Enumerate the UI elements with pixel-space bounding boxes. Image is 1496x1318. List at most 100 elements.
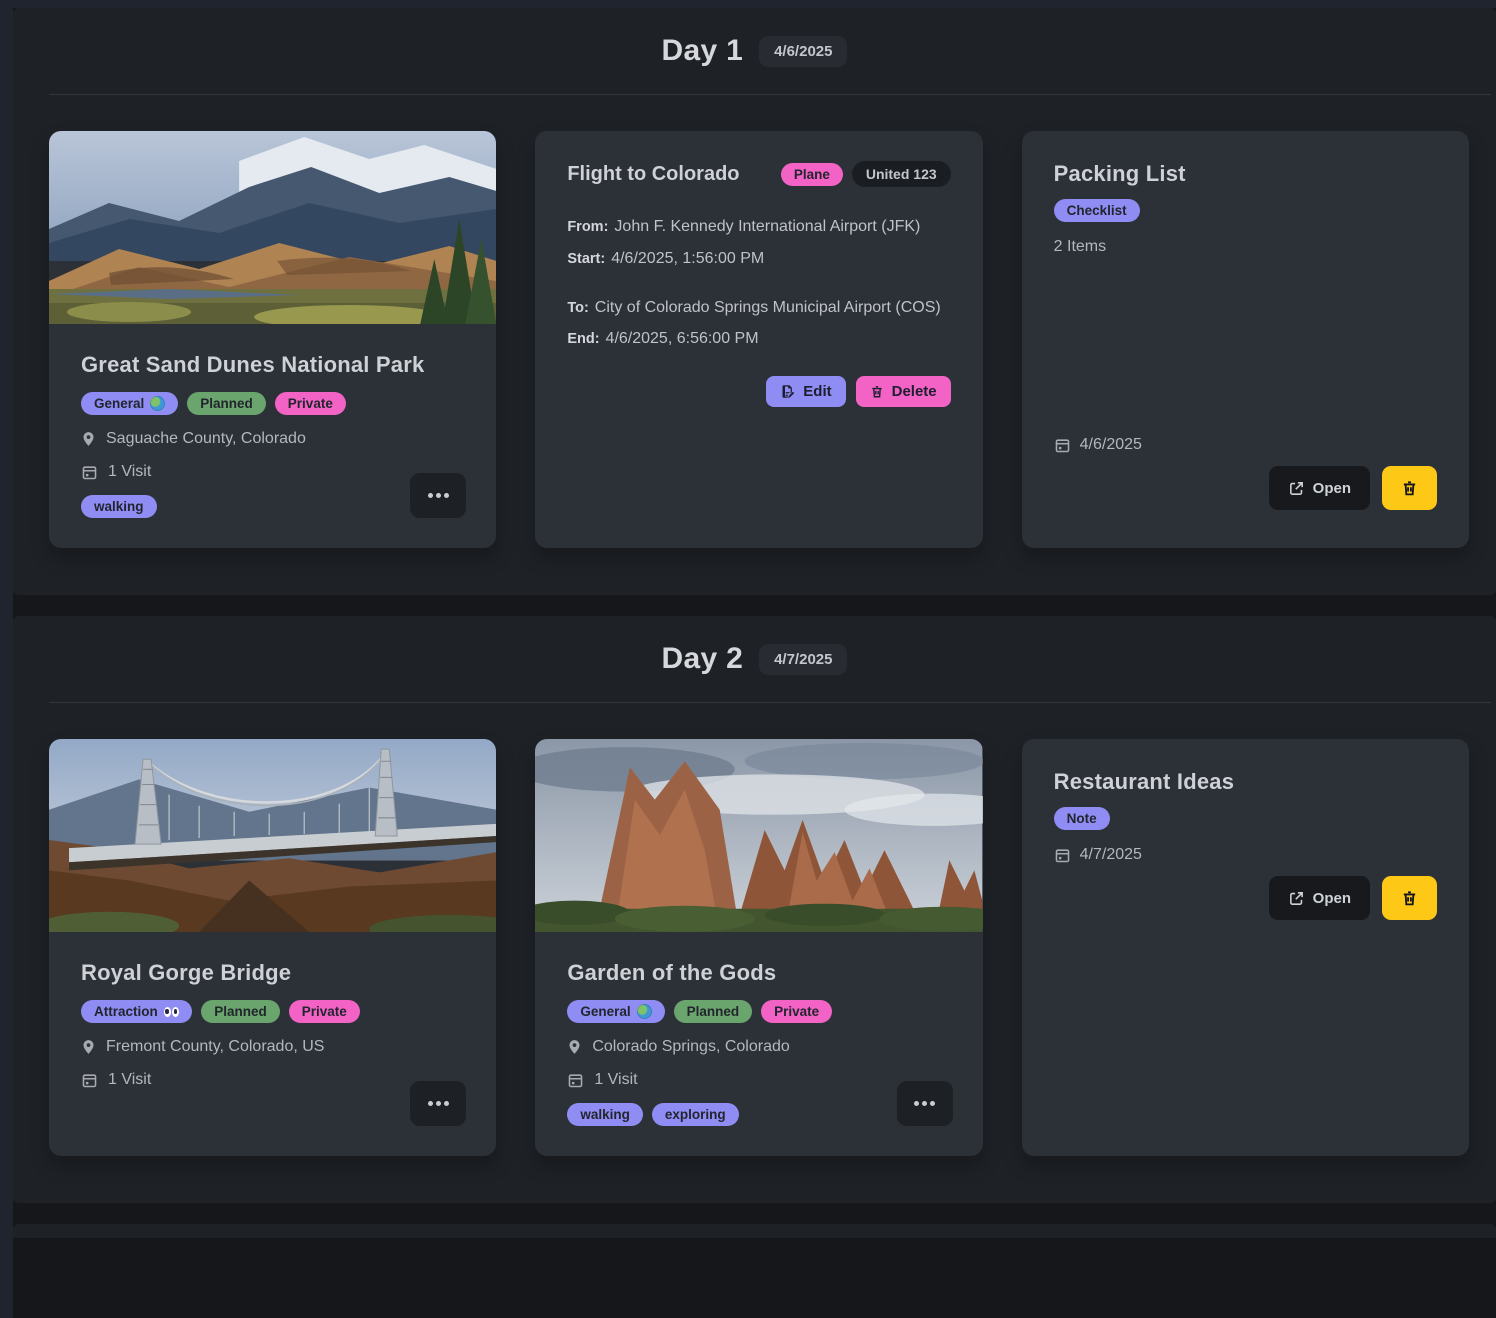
calendar-icon xyxy=(1054,847,1071,864)
start-value: 4/6/2025, 1:56:00 PM xyxy=(611,250,764,267)
edit-button[interactable]: Edit xyxy=(766,376,845,407)
external-link-icon xyxy=(1288,480,1305,497)
chip-walking: walking xyxy=(567,1103,643,1126)
visits-row: 1 Visit xyxy=(567,1071,637,1089)
external-link-icon xyxy=(1288,890,1305,907)
chip-walking: walking xyxy=(81,495,157,518)
end-label: End: xyxy=(567,331,599,347)
itinerary-content: Day 1 4/6/2025 xyxy=(13,8,1496,1318)
delete-checklist-button[interactable] xyxy=(1382,466,1437,510)
flight-type-badge: Plane xyxy=(781,163,843,186)
flight-from-row: From: John F. Kennedy International Airpo… xyxy=(567,217,950,238)
open-button[interactable]: Open xyxy=(1269,876,1370,920)
tag-planned: Planned xyxy=(674,1000,753,1023)
visits-row: 1 Visit xyxy=(81,463,151,481)
location-row: Colorado Springs, Colorado xyxy=(567,1038,789,1056)
note-badge: Note xyxy=(1054,807,1110,830)
more-options-button[interactable] xyxy=(410,473,466,518)
location-text: Fremont County, Colorado, US xyxy=(106,1038,324,1056)
place-title: Royal Gorge Bridge xyxy=(81,960,291,986)
edit-icon xyxy=(780,384,795,399)
day-1-header: Day 1 4/6/2025 xyxy=(13,34,1496,68)
royal-gorge-image xyxy=(49,739,496,932)
day-2-section: Day 2 4/7/2025 xyxy=(13,616,1496,1203)
more-options-button[interactable] xyxy=(897,1081,953,1126)
location-text: Colorado Springs, Colorado xyxy=(592,1038,789,1056)
location-pin-icon xyxy=(567,1038,582,1056)
place-card-garden-of-the-gods[interactable]: Garden of the Gods General Planned Priva… xyxy=(535,739,982,1156)
globe-emoji-icon xyxy=(150,396,165,411)
day-1-divider xyxy=(49,94,1491,95)
flight-title: Flight to Colorado xyxy=(567,163,739,186)
place-card-body: Royal Gorge Bridge Attraction Planned Pr… xyxy=(49,932,496,1156)
day-1-title: Day 1 xyxy=(662,34,744,68)
day-2-title: Day 2 xyxy=(662,642,744,676)
calendar-icon xyxy=(1054,437,1071,454)
chip-row: walking xyxy=(81,495,157,518)
note-date: 4/7/2025 xyxy=(1080,846,1142,864)
chip-row: walking exploring xyxy=(567,1103,738,1126)
calendar-icon xyxy=(567,1072,584,1089)
from-value: John F. Kennedy International Airport (J… xyxy=(614,218,920,235)
trash-icon xyxy=(1401,479,1418,497)
more-options-button[interactable] xyxy=(410,1081,466,1126)
to-value: City of Colorado Springs Municipal Airpo… xyxy=(595,299,941,316)
day-2-card-grid: Royal Gorge Bridge Attraction Planned Pr… xyxy=(49,739,1469,1156)
location-row: Fremont County, Colorado, US xyxy=(81,1038,324,1056)
trash-icon xyxy=(1401,889,1418,907)
trash-icon xyxy=(870,384,884,399)
from-label: From: xyxy=(567,219,608,235)
location-row: Saguache County, Colorado xyxy=(81,430,306,448)
tag-general: General xyxy=(81,392,178,415)
day-2-header: Day 2 4/7/2025 xyxy=(13,642,1496,676)
tag-private: Private xyxy=(289,1000,360,1023)
place-photo-sand-dunes xyxy=(49,131,496,324)
day-1-card-grid: Great Sand Dunes National Park General P… xyxy=(49,131,1469,548)
checklist-item-count: 2 Items xyxy=(1054,238,1106,256)
place-card-royal-gorge-bridge[interactable]: Royal Gorge Bridge Attraction Planned Pr… xyxy=(49,739,496,1156)
delete-note-button[interactable] xyxy=(1382,876,1437,920)
place-photo-royal-gorge xyxy=(49,739,496,932)
note-title: Restaurant Ideas xyxy=(1054,769,1235,795)
calendar-icon xyxy=(81,1072,98,1089)
day-2-divider xyxy=(49,702,1491,703)
place-card-great-sand-dunes[interactable]: Great Sand Dunes National Park General P… xyxy=(49,131,496,548)
flight-start-row: Start: 4/6/2025, 1:56:00 PM xyxy=(567,249,950,270)
tag-planned: Planned xyxy=(187,392,266,415)
checklist-card-packing-list: Packing List Checklist 2 Items 4/6/2025 … xyxy=(1022,131,1469,548)
checklist-actions: Open xyxy=(1054,466,1437,510)
edit-label: Edit xyxy=(803,383,831,400)
day-1-date-badge: 4/6/2025 xyxy=(759,36,847,67)
place-photo-garden-of-gods xyxy=(535,739,982,932)
garden-of-gods-image xyxy=(535,739,982,932)
eyes-emoji-icon xyxy=(164,1007,180,1017)
tag-private: Private xyxy=(275,392,346,415)
visits-text: 1 Visit xyxy=(594,1071,637,1089)
delete-button[interactable]: Delete xyxy=(856,376,951,407)
globe-emoji-icon xyxy=(637,1004,652,1019)
note-actions: Open xyxy=(1054,876,1437,920)
location-pin-icon xyxy=(81,1038,96,1056)
flight-card-body: Flight to Colorado Plane United 123 From… xyxy=(535,131,982,548)
tag-row: Attraction Planned Private xyxy=(81,1000,360,1023)
open-label: Open xyxy=(1313,890,1351,907)
note-card-restaurant-ideas: Restaurant Ideas Note 4/7/2025 Open xyxy=(1022,739,1469,1156)
tag-general: General xyxy=(567,1000,664,1023)
checklist-title: Packing List xyxy=(1054,161,1186,187)
note-date-row: 4/7/2025 xyxy=(1054,846,1142,864)
flight-badges: Plane United 123 xyxy=(781,161,951,187)
flight-card: Flight to Colorado Plane United 123 From… xyxy=(535,131,982,548)
day-2-date-badge: 4/7/2025 xyxy=(759,644,847,675)
visits-row: 1 Visit xyxy=(81,1071,151,1089)
place-title: Great Sand Dunes National Park xyxy=(81,352,424,378)
checklist-date: 4/6/2025 xyxy=(1080,436,1142,454)
tag-row: General Planned Private xyxy=(81,392,346,415)
note-card-body: Restaurant Ideas Note 4/7/2025 Open xyxy=(1022,739,1469,1156)
open-button[interactable]: Open xyxy=(1269,466,1370,510)
start-label: Start: xyxy=(567,251,605,267)
visits-text: 1 Visit xyxy=(108,463,151,481)
flight-end-row: End:4/6/2025, 6:56:00 PM xyxy=(567,329,950,350)
location-text: Saguache County, Colorado xyxy=(106,430,306,448)
checklist-date-row: 4/6/2025 xyxy=(1054,436,1142,454)
checklist-card-body: Packing List Checklist 2 Items 4/6/2025 … xyxy=(1022,131,1469,548)
